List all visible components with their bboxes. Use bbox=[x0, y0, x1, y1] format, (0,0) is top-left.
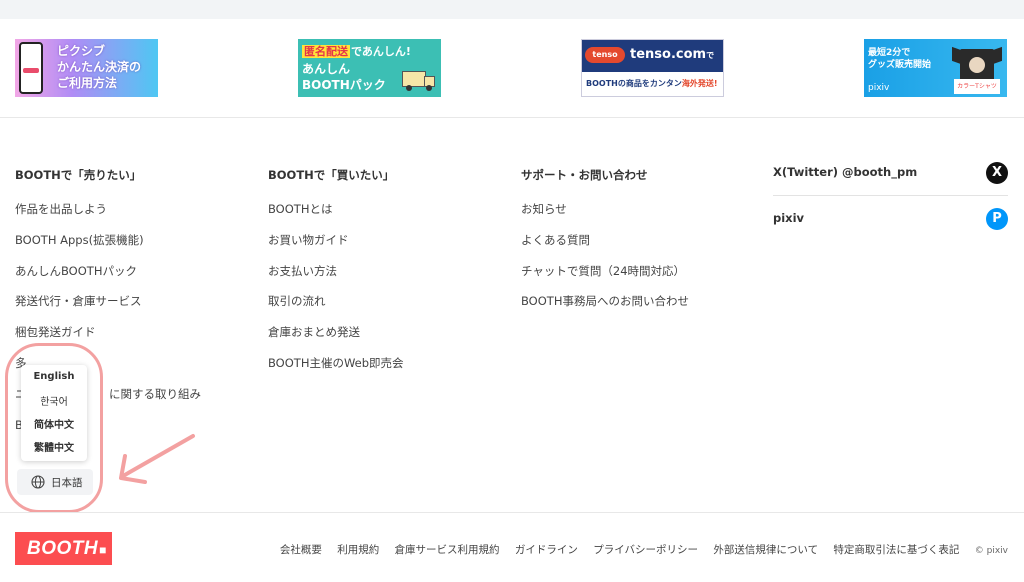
bottom-links: 会社概要 利用規約 倉庫サービス利用規約 ガイドライン プライバシーポリシー 外… bbox=[268, 542, 1008, 557]
pixiv-logo-icon: P bbox=[986, 208, 1008, 230]
footer-link-privacy[interactable]: プライバシーポリシー bbox=[593, 544, 698, 556]
banner-pack-tags: 匿名配送 bbox=[302, 45, 350, 58]
buy-link-shopping-guide[interactable]: お買い物ガイド bbox=[268, 231, 349, 249]
support-link-contact[interactable]: BOOTH事務局へのお問い合わせ bbox=[521, 292, 689, 310]
booth-logo-text: BOOTH bbox=[27, 538, 99, 559]
pixiv-label: pixiv bbox=[773, 211, 805, 225]
x-logo-icon: X bbox=[986, 162, 1008, 184]
top-bar bbox=[0, 0, 1024, 19]
support-column-title: サポート・お問い合わせ bbox=[521, 168, 648, 182]
pixiv-link[interactable]: pixiv P bbox=[773, 208, 1008, 230]
footer-link-company[interactable]: 会社概要 bbox=[280, 544, 322, 556]
banner-goods[interactable]: 最短2分で グッズ販売開始 pixiv カラーTシャツ bbox=[864, 39, 1007, 97]
banner-pack-tag-suffix: であんしん! bbox=[351, 45, 411, 58]
footer-link-guidelines[interactable]: ガイドライン bbox=[515, 544, 578, 556]
banner-goods-line1: 最短2分で bbox=[868, 48, 911, 58]
twitter-label: X(Twitter) @booth_pm bbox=[773, 165, 918, 179]
twitter-link[interactable]: X(Twitter) @booth_pm X bbox=[773, 162, 1008, 184]
bag-icon: ■ bbox=[99, 543, 107, 557]
footer-link-external-transmission[interactable]: 外部送信規律について bbox=[713, 544, 818, 556]
support-link-news[interactable]: お知らせ bbox=[521, 200, 567, 218]
sell-column-title: BOOTHで「売りたい」 bbox=[15, 168, 142, 182]
tenso-logo: tenso bbox=[585, 47, 625, 63]
support-column: サポート・お問い合わせ お知らせ よくある質問 チャットで質問（24時間対応） … bbox=[521, 166, 689, 308]
divider bbox=[0, 117, 1024, 118]
annotation-arrow-icon bbox=[119, 434, 195, 484]
tenso-bottom-red: 海外発送! bbox=[681, 79, 718, 88]
buy-column: BOOTHで「買いたい」 BOOTHとは お買い物ガイド お支払い方法 取引の流… bbox=[268, 166, 404, 370]
banner-anshin-pack[interactable]: 匿名配送 であんしん! あんしん BOOTHパック bbox=[298, 39, 441, 97]
buy-link-payment[interactable]: お支払い方法 bbox=[268, 262, 337, 280]
copyright: © pixiv bbox=[974, 546, 1008, 556]
buy-link-bundle-shipping[interactable]: 倉庫おまとめ発送 bbox=[268, 323, 360, 341]
banner-tenso[interactable]: tenso tenso.comで BOOTHの商品をカンタン海外発送! bbox=[581, 39, 724, 97]
buy-link-web-event[interactable]: BOOTH主催のWeb即売会 bbox=[268, 354, 404, 372]
banner-pay-line2: かんたん決済の bbox=[57, 60, 142, 74]
tenso-bottom-text: BOOTHの商品をカンタン bbox=[586, 79, 682, 88]
sell-link-anshin-pack[interactable]: あんしんBOOTHパック bbox=[15, 262, 137, 280]
sell-link-packing-guide[interactable]: 梱包発送ガイド bbox=[15, 323, 96, 341]
phone-illustration bbox=[19, 42, 43, 94]
footer-link-commercial-law[interactable]: 特定商取引法に基づく表記 bbox=[833, 544, 959, 556]
sell-link-apps[interactable]: BOOTH Apps(拡張機能) bbox=[15, 231, 144, 249]
buy-link-about[interactable]: BOOTHとは bbox=[268, 200, 332, 218]
support-link-chat[interactable]: チャットで質問（24時間対応） bbox=[521, 262, 685, 280]
buy-column-title: BOOTHで「買いたい」 bbox=[268, 168, 395, 182]
buy-link-flow[interactable]: 取引の流れ bbox=[268, 292, 326, 310]
banner-pay-line3: ご利用方法 bbox=[57, 76, 118, 90]
sell-link-partial-2-rest[interactable]: に関する取り組み bbox=[109, 385, 201, 403]
social-divider bbox=[773, 195, 1008, 196]
sell-link-list-item[interactable]: 作品を出品しよう bbox=[15, 200, 107, 218]
banner-goods-tag: カラーTシャツ bbox=[954, 79, 1000, 94]
support-link-faq[interactable]: よくある質問 bbox=[521, 231, 590, 249]
sell-link-warehouse[interactable]: 発送代行・倉庫サービス bbox=[15, 292, 142, 310]
tenso-brand-suffix: で bbox=[706, 51, 715, 60]
footer-link-terms[interactable]: 利用規約 bbox=[337, 544, 379, 556]
truck-icon bbox=[402, 69, 436, 91]
divider bbox=[0, 512, 1024, 513]
booth-logo[interactable]: BOOTH■ bbox=[15, 532, 112, 565]
banner-goods-pixiv: pixiv bbox=[868, 83, 890, 93]
banner-pack-line1: あんしん bbox=[302, 62, 351, 76]
sell-column: BOOTHで「売りたい」 作品を出品しよう BOOTH Apps(拡張機能) あ… bbox=[15, 166, 201, 432]
tenso-brand: tenso.com bbox=[630, 47, 707, 62]
banner-pay-line1: ピクシブ bbox=[57, 44, 106, 58]
banner-pixiv-pay[interactable]: ピクシブ かんたん決済の ご利用方法 bbox=[15, 39, 158, 97]
annotation-highlight-circle bbox=[5, 343, 103, 513]
banner-pack-line2: BOOTHパック bbox=[302, 78, 386, 92]
footer-link-warehouse-terms[interactable]: 倉庫サービス利用規約 bbox=[395, 544, 500, 556]
banner-goods-line2: グッズ販売開始 bbox=[868, 60, 932, 70]
